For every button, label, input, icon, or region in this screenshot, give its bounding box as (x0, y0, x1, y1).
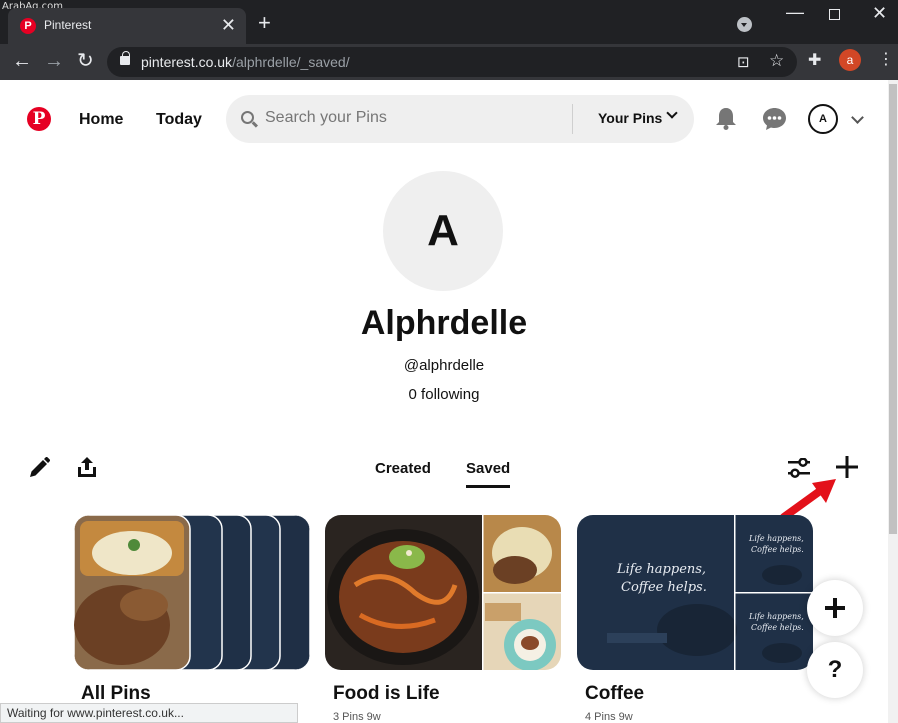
chevron-down-icon[interactable] (666, 107, 678, 119)
close-tab-icon[interactable]: ✕ (221, 14, 236, 36)
bookmark-star-icon[interactable]: ☆ (769, 51, 784, 71)
share-upload-icon[interactable] (76, 456, 98, 478)
board-food-is-life[interactable] (325, 515, 561, 670)
back-arrow-icon[interactable]: ← (12, 51, 32, 71)
browser-toolbar: ← → ↻ pinterest.co.uk/alphrdelle/_saved/… (0, 44, 898, 80)
help-button[interactable]: ? (807, 642, 863, 698)
tab-saved[interactable]: Saved (466, 460, 510, 477)
browser-menu-icon[interactable]: ⋮ (878, 49, 894, 69)
page-scrollbar[interactable] (888, 80, 898, 723)
url-text: pinterest.co.uk/alphrdelle/_saved/ (141, 54, 350, 70)
svg-text:Life happens,: Life happens, (748, 612, 804, 621)
tab-title: Pinterest (44, 18, 92, 32)
add-icon-bar (833, 598, 837, 618)
pinterest-favicon-icon: P (20, 18, 36, 34)
food-collage (325, 515, 561, 670)
profile-avatar: A (383, 171, 503, 291)
window-close-icon[interactable]: ✕ (872, 3, 887, 24)
svg-text:Life happens,: Life happens, (748, 534, 804, 543)
edit-pencil-icon[interactable] (28, 457, 50, 479)
board-title[interactable]: All Pins (81, 683, 151, 705)
following-count[interactable]: 0 following (0, 386, 888, 403)
svg-text:Coffee helps.: Coffee helps. (621, 580, 707, 595)
svg-text:Coffee helps.: Coffee helps. (751, 623, 804, 632)
account-chevron-down-icon[interactable] (851, 111, 864, 124)
messages-chat-icon[interactable] (763, 108, 786, 130)
search-icon (241, 111, 254, 124)
url-host: pinterest.co.uk (141, 54, 233, 70)
extensions-puzzle-icon[interactable]: ✚ (808, 50, 821, 70)
search-scope-dropdown[interactable]: Your Pins (598, 110, 662, 126)
account-avatar[interactable]: A (808, 104, 838, 134)
nav-today-link[interactable]: Today (156, 111, 202, 129)
browser-tab-strip: ArabAq.com P Pinterest ✕ + — ✕ (0, 0, 898, 44)
install-app-icon[interactable]: ⊡ (737, 53, 750, 71)
add-pin-button[interactable] (807, 580, 863, 636)
active-tab-underline (466, 485, 510, 488)
minimize-icon[interactable]: — (786, 2, 804, 23)
notifications-bell-icon[interactable] (716, 108, 736, 130)
browser-profile-avatar[interactable]: a (839, 49, 861, 71)
pinterest-page: P Home Today Your Pins A A Alphrdelle @a… (0, 80, 888, 723)
board-all-pins[interactable] (74, 515, 310, 670)
search-divider (572, 104, 573, 134)
url-path: /alphrdelle/_saved/ (232, 54, 350, 70)
svg-text:Coffee helps.: Coffee helps. (751, 545, 804, 554)
board-coffee[interactable]: Life happens, Coffee helps. Life happens… (577, 515, 813, 670)
board-title[interactable]: Coffee (585, 683, 644, 705)
board-title[interactable]: Food is Life (333, 683, 440, 705)
pinterest-logo-icon[interactable]: P (27, 107, 51, 131)
maximize-icon[interactable] (829, 9, 840, 20)
tab-created[interactable]: Created (375, 460, 431, 477)
coffee-collage: Life happens, Coffee helps. Life happens… (577, 515, 813, 670)
svg-text:Life happens,: Life happens, (616, 562, 706, 577)
search-bar[interactable]: Your Pins (226, 95, 694, 143)
all-pins-collage (74, 515, 310, 670)
reload-icon[interactable]: ↻ (77, 51, 94, 71)
new-tab-icon[interactable]: + (258, 12, 271, 34)
scrollbar-thumb[interactable] (889, 84, 897, 534)
profile-name: Alphrdelle (360, 304, 528, 342)
board-meta: 4 Pins 9w (585, 711, 633, 723)
address-bar[interactable]: pinterest.co.uk/alphrdelle/_saved/ ⊡ ☆ (107, 47, 797, 77)
lock-icon (120, 51, 130, 65)
board-meta: 3 Pins 9w (333, 711, 381, 723)
tab-search-icon[interactable] (737, 17, 752, 32)
nav-home-link[interactable]: Home (79, 111, 123, 129)
search-input[interactable] (265, 109, 565, 127)
forward-arrow-icon[interactable]: → (44, 51, 64, 71)
profile-handle: @alphrdelle (403, 357, 485, 374)
status-bar: Waiting for www.pinterest.co.uk... (0, 703, 298, 723)
browser-tab[interactable]: P Pinterest ✕ (8, 8, 246, 44)
